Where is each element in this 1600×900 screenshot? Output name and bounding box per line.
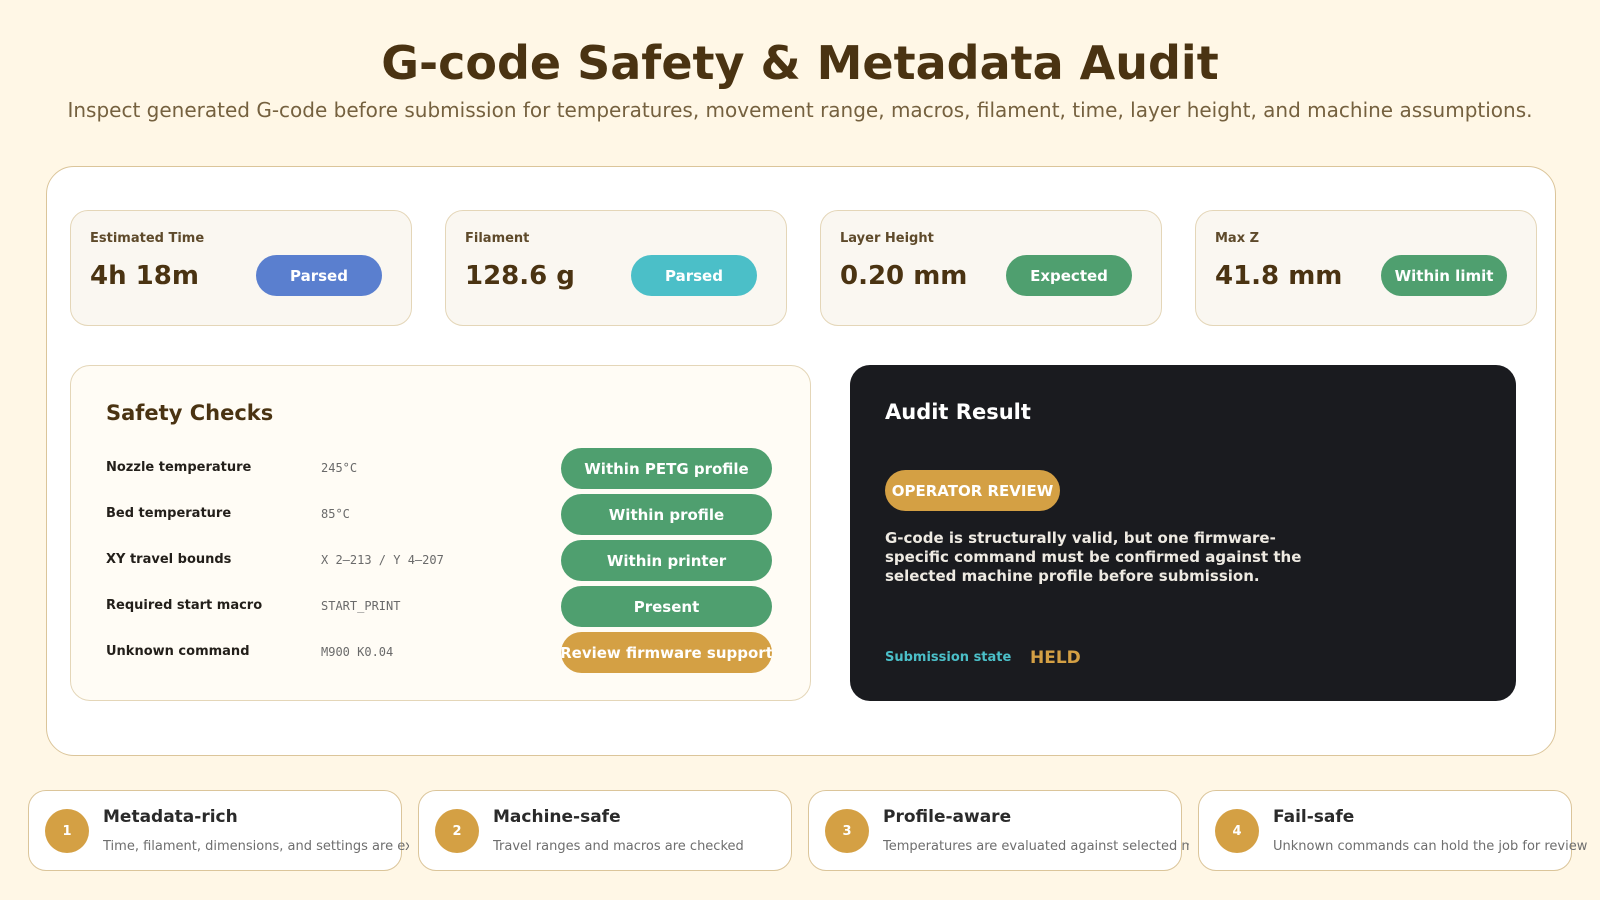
metric-label: Max Z xyxy=(1215,231,1260,246)
check-label: Required start macro xyxy=(106,598,263,613)
step-number-badge: 2 xyxy=(435,809,479,853)
check-value: X 2–213 / Y 4–207 xyxy=(321,553,444,567)
check-row-unknown-command: Unknown command M900 K0.04 Review firmwa… xyxy=(71,631,812,673)
check-label: XY travel bounds xyxy=(106,552,232,567)
audit-result-title: Audit Result xyxy=(885,400,1031,424)
metric-value: 128.6 g xyxy=(465,261,575,291)
check-row-bed-temperature: Bed temperature 85°C Within profile xyxy=(71,493,812,535)
audit-result-panel: Audit Result OPERATOR REVIEW G-code is s… xyxy=(850,365,1516,701)
feature-description: Travel ranges and macros are checked xyxy=(493,839,744,854)
metric-value: 41.8 mm xyxy=(1215,261,1343,291)
status-badge: Parsed xyxy=(256,255,382,296)
step-number-badge: 3 xyxy=(825,809,869,853)
check-value: START_PRINT xyxy=(321,599,401,613)
submission-state-value: HELD xyxy=(1030,648,1081,668)
status-badge: Parsed xyxy=(631,255,757,296)
metric-card-filament: Filament 128.6 g Parsed xyxy=(445,210,787,326)
step-number-badge: 1 xyxy=(45,809,89,853)
check-value: 245°C xyxy=(321,461,358,475)
metric-card-max-z: Max Z 41.8 mm Within limit xyxy=(1195,210,1537,326)
metric-value: 0.20 mm xyxy=(840,261,968,291)
check-status-badge: Present xyxy=(561,586,772,627)
metric-label: Estimated Time xyxy=(90,231,205,246)
safety-checks-title: Safety Checks xyxy=(106,401,274,425)
check-label: Unknown command xyxy=(106,644,250,659)
check-row-xy-travel-bounds: XY travel bounds X 2–213 / Y 4–207 Withi… xyxy=(71,539,812,581)
status-badge: Expected xyxy=(1006,255,1132,296)
feature-card-fail-safe: 4 Fail-safe Unknown commands can hold th… xyxy=(1198,790,1587,871)
metric-value: 4h 18m xyxy=(90,261,199,291)
check-row-nozzle-temperature: Nozzle temperature 245°C Within PETG pro… xyxy=(71,447,812,489)
check-row-required-start-macro: Required start macro START_PRINT Present xyxy=(71,585,812,627)
audit-result-text: G-code is structurally valid, but one fi… xyxy=(885,529,1302,585)
feature-title: Profile-aware xyxy=(883,807,1012,827)
status-badge: Within limit xyxy=(1381,255,1507,296)
feature-card-machine-safe: 2 Machine-safe Travel ranges and macros … xyxy=(418,790,792,871)
check-status-badge: Within PETG profile xyxy=(561,448,772,489)
feature-description: Time, filament, dimensions, and settings… xyxy=(103,839,409,854)
check-status-badge: Review firmware support xyxy=(561,632,772,673)
metric-label: Layer Height xyxy=(840,231,934,246)
feature-description: Unknown commands can hold the job for re… xyxy=(1273,839,1588,854)
check-status-badge: Within printer xyxy=(561,540,772,581)
feature-card-profile-aware: 3 Profile-aware Temperatures are evaluat… xyxy=(808,790,1189,871)
submission-state-label: Submission state xyxy=(885,650,1012,665)
safety-checks-panel: Safety Checks Nozzle temperature 245°C W… xyxy=(70,365,811,701)
metric-label: Filament xyxy=(465,231,530,246)
feature-title: Fail-safe xyxy=(1273,807,1355,827)
check-label: Nozzle temperature xyxy=(106,460,252,475)
operator-review-badge: OPERATOR REVIEW xyxy=(885,470,1060,511)
feature-card-metadata-rich: 1 Metadata-rich Time, filament, dimensio… xyxy=(28,790,409,871)
page-subtitle: Inspect generated G-code before submissi… xyxy=(67,98,1533,122)
step-number-badge: 4 xyxy=(1215,809,1259,853)
feature-description: Temperatures are evaluated against selec… xyxy=(883,839,1189,854)
metric-card-layer-height: Layer Height 0.20 mm Expected xyxy=(820,210,1162,326)
feature-title: Machine-safe xyxy=(493,807,621,827)
feature-title: Metadata-rich xyxy=(103,807,238,827)
check-value: M900 K0.04 xyxy=(321,645,394,659)
check-label: Bed temperature xyxy=(106,506,232,521)
metric-card-estimated-time: Estimated Time 4h 18m Parsed xyxy=(70,210,412,326)
check-value: 85°C xyxy=(321,507,350,521)
check-status-badge: Within profile xyxy=(561,494,772,535)
page-title: G-code Safety & Metadata Audit xyxy=(381,36,1219,90)
